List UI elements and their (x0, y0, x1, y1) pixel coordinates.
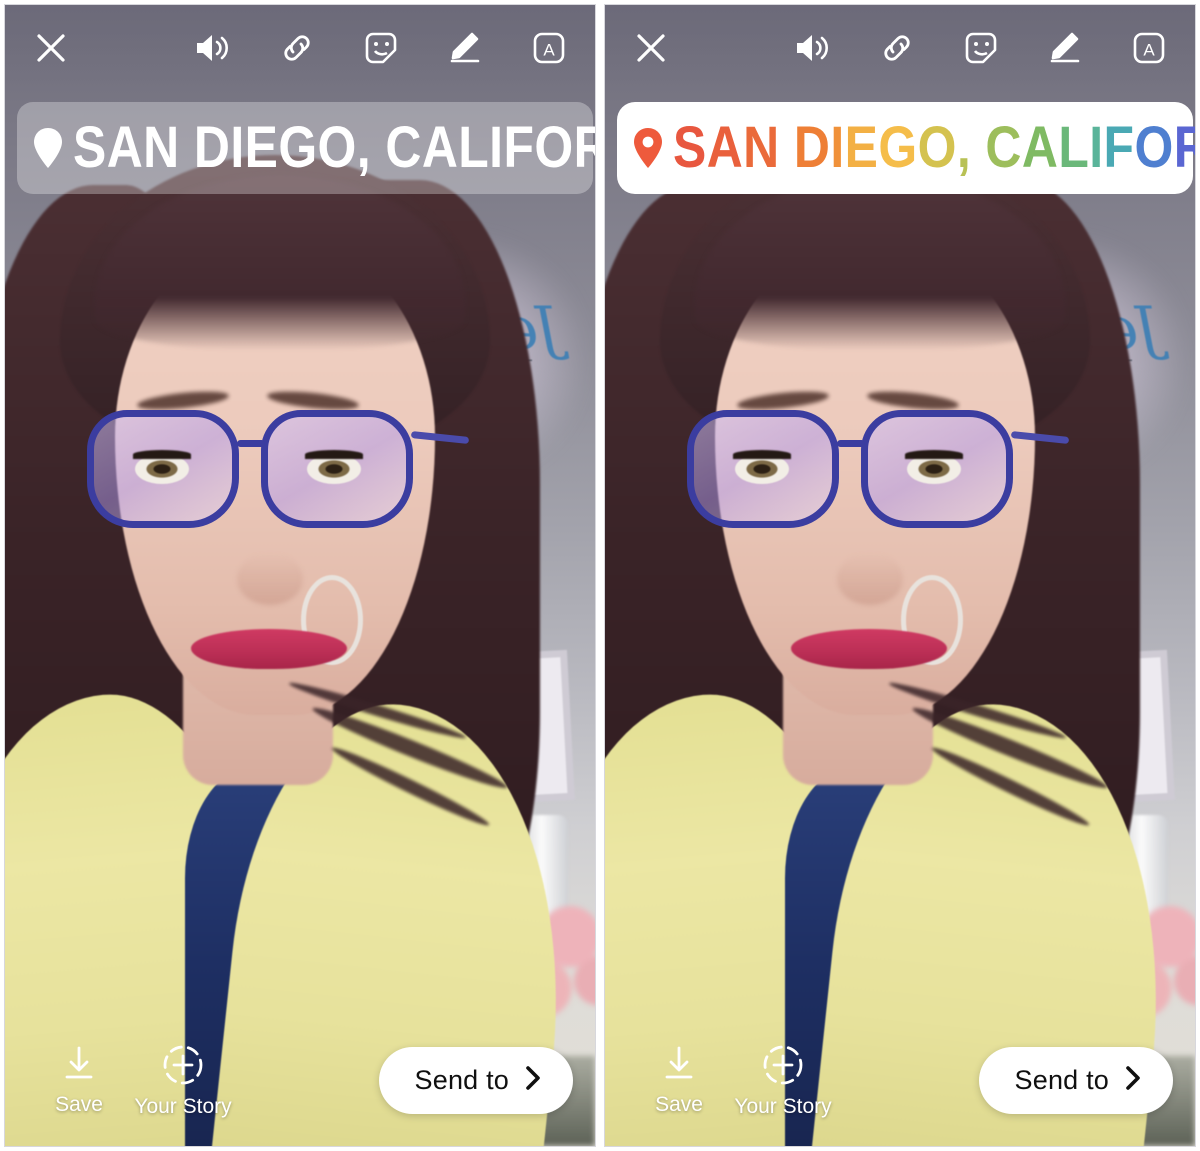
save-label: Save (55, 1093, 103, 1116)
send-to-label: Send to (1014, 1064, 1109, 1095)
lips (791, 629, 947, 669)
location-letter: C (985, 115, 1022, 180)
text-icon[interactable]: A (1127, 26, 1171, 70)
text-icon[interactable]: A (527, 26, 571, 70)
location-sticker-text: SAN DIEGO, CALIFORNIA (73, 115, 595, 180)
location-letter (780, 119, 794, 177)
your-story-button[interactable]: Your Story (131, 1041, 235, 1119)
sticker-icon[interactable] (359, 26, 403, 70)
glasses-temple (410, 430, 470, 445)
close-icon[interactable] (29, 26, 73, 70)
send-to-button[interactable]: Send to (978, 1046, 1173, 1114)
location-letter: O (917, 115, 957, 180)
location-pin-icon (31, 126, 65, 170)
location-letter: D (793, 115, 831, 180)
glasses-bridge (837, 440, 865, 447)
eyelash-left (133, 450, 191, 459)
location-letter: O (1134, 115, 1174, 180)
glasses (85, 410, 475, 550)
story-editor-panel-left: Jenni's TRENDS staylovely (4, 4, 596, 1147)
story-editor-panel-right: Jenni's TRENDS staylovely (604, 4, 1196, 1147)
screenshot-root: Jenni's TRENDS staylovely (0, 0, 1200, 1151)
your-story-button[interactable]: Your Story (731, 1041, 835, 1119)
nose (837, 553, 903, 605)
eyelash-right (305, 450, 363, 459)
location-letter: E (844, 115, 879, 180)
link-icon[interactable] (875, 26, 919, 70)
save-button[interactable]: Save (27, 1043, 131, 1117)
location-sticker[interactable]: SAN DIEGO, CALIFORNIA (617, 102, 1195, 194)
location-letter: I (830, 115, 845, 180)
location-pin-icon (631, 126, 665, 170)
sound-icon[interactable] (191, 26, 235, 70)
editor-toolbar: A (5, 5, 595, 91)
toolbar-actions: A (791, 26, 1171, 70)
location-sticker[interactable]: SAN DIEGO, CALIFORNIA (17, 102, 595, 194)
draw-icon[interactable] (1043, 26, 1087, 70)
editor-bottom-bar: Save Your Story Send to (5, 1014, 595, 1146)
eyelash-left (733, 450, 791, 459)
location-letter: , (956, 115, 972, 180)
location-letter: R (1174, 119, 1195, 177)
svg-text:A: A (1143, 41, 1155, 60)
your-story-label: Your Story (734, 1095, 832, 1118)
location-letter: L (1058, 115, 1090, 180)
location-letter: N (743, 115, 780, 180)
location-sticker-text-rainbow: SAN DIEGO, CALIFORNIA (673, 115, 1195, 180)
send-to-button[interactable]: Send to (378, 1046, 573, 1114)
location-letter: I (1089, 115, 1104, 180)
location-letter: A (1021, 115, 1059, 180)
chevron-right-icon (523, 1064, 543, 1097)
eyelash-right (905, 450, 963, 459)
location-letter: A (706, 115, 744, 180)
chevron-right-icon (1123, 1064, 1143, 1097)
glasses-bridge (237, 440, 265, 447)
glasses (685, 410, 1075, 550)
nose (237, 553, 303, 605)
lips (191, 629, 347, 669)
send-to-label: Send to (414, 1064, 509, 1095)
location-letter: S (673, 115, 707, 180)
location-letter: F (1103, 115, 1135, 180)
svg-text:A: A (543, 41, 555, 60)
location-letter (971, 119, 985, 177)
save-button[interactable]: Save (627, 1043, 731, 1117)
save-label: Save (655, 1093, 703, 1116)
sticker-icon[interactable] (959, 26, 1003, 70)
close-icon[interactable] (629, 26, 673, 70)
your-story-label: Your Story (134, 1095, 232, 1118)
link-icon[interactable] (275, 26, 319, 70)
editor-toolbar: A (605, 5, 1195, 91)
editor-bottom-bar: Save Your Story Send to (605, 1014, 1195, 1146)
sound-icon[interactable] (791, 26, 835, 70)
draw-icon[interactable] (443, 26, 487, 70)
glasses-temple (1010, 430, 1070, 445)
location-letter: G (878, 115, 918, 180)
toolbar-actions: A (191, 26, 571, 70)
